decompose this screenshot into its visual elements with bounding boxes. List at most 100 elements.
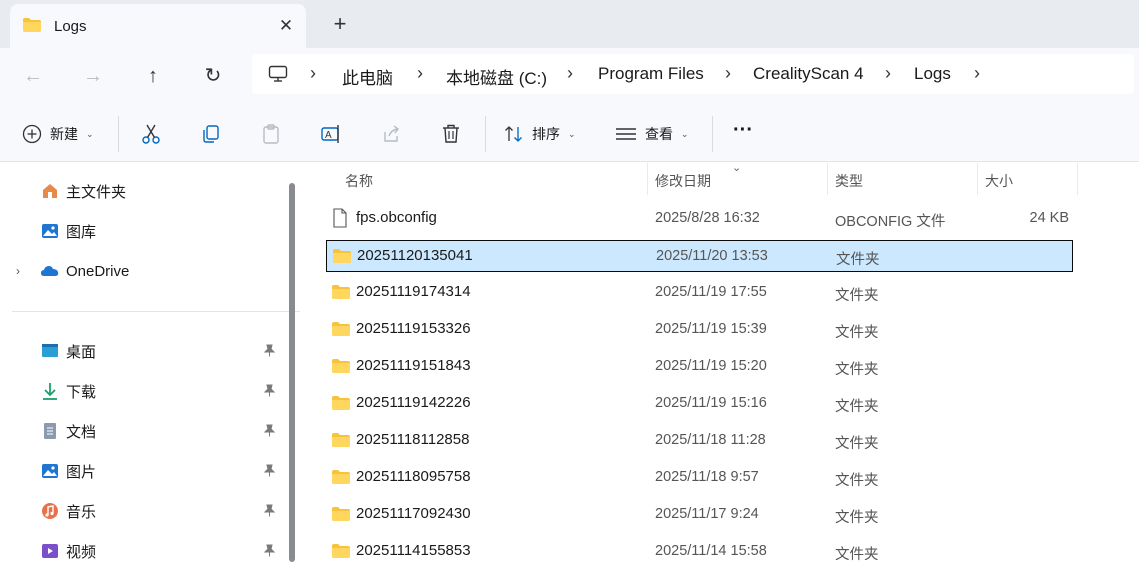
divider bbox=[12, 311, 300, 312]
folder-icon bbox=[22, 17, 42, 36]
column-divider[interactable] bbox=[977, 163, 978, 195]
file-name: 20251119151843 bbox=[356, 357, 471, 374]
table-row[interactable]: fps.obconfig 2025/8/28 16:32 OBCONFIG 文件 24… bbox=[326, 203, 1073, 235]
column-header-date[interactable]: 修改日期 bbox=[655, 171, 711, 191]
chevron-right-icon: › bbox=[725, 63, 731, 83]
home-icon bbox=[43, 184, 57, 198]
sort-button[interactable]: 排序 ⌄ bbox=[504, 120, 576, 148]
cut-icon[interactable] bbox=[139, 122, 163, 146]
navigation-pane: 主文件夹 图库 › OneDrive 桌面 下载 文档 图片 音乐 视频 bbox=[0, 163, 300, 562]
new-button-label: 新建 bbox=[50, 126, 78, 142]
sidebar-item-videos[interactable]: 视频 bbox=[40, 538, 96, 562]
file-type: 文件夹 bbox=[835, 399, 879, 415]
sidebar-item-onedrive[interactable]: OneDrive bbox=[40, 258, 129, 284]
sort-icon bbox=[505, 126, 522, 142]
view-button[interactable]: 查看 ⌄ bbox=[615, 120, 689, 148]
pin-icon[interactable] bbox=[263, 344, 276, 360]
file-name: 20251117092430 bbox=[356, 505, 471, 522]
pin-icon[interactable] bbox=[263, 544, 276, 560]
new-tab-button[interactable]: + bbox=[328, 12, 352, 36]
folder-icon bbox=[331, 432, 351, 451]
folder-icon bbox=[331, 543, 351, 562]
file-name: fps.obconfig bbox=[356, 209, 437, 226]
breadcrumb-crealityscan[interactable]: CrealityScan 4 bbox=[753, 64, 864, 84]
sidebar-item-pictures[interactable]: 图片 bbox=[40, 458, 96, 484]
column-header-size[interactable]: 大小 bbox=[985, 171, 1013, 191]
file-list: 名称 ⌄ 修改日期 类型 大小 fps.obconfig 2025/8/28 16… bbox=[303, 162, 1139, 562]
view-icon bbox=[616, 128, 636, 140]
table-row[interactable]: 20251119153326 2025/11/19 15:39 文件夹 bbox=[326, 314, 1073, 346]
rename-icon[interactable]: A bbox=[319, 122, 343, 146]
pin-icon[interactable] bbox=[263, 464, 276, 480]
refresh-button[interactable]: ↻ bbox=[199, 62, 227, 90]
sidebar-item-documents[interactable]: 文档 bbox=[40, 418, 96, 444]
delete-icon[interactable] bbox=[439, 122, 463, 146]
sidebar-item-label: 下载 bbox=[66, 383, 97, 401]
tab-logs[interactable]: Logs ✕ bbox=[10, 4, 306, 48]
breadcrumb-local-disk[interactable]: 本地磁盘 (C:) bbox=[446, 64, 547, 89]
folder-icon bbox=[331, 321, 351, 340]
close-icon[interactable]: ✕ bbox=[276, 16, 296, 36]
column-header-type[interactable]: 类型 bbox=[835, 171, 863, 191]
tab-strip: Logs ✕ + bbox=[0, 0, 1139, 48]
column-divider[interactable] bbox=[1077, 163, 1078, 195]
pin-icon[interactable] bbox=[263, 424, 276, 440]
table-row[interactable]: 20251114155853 2025/11/14 15:58 文件夹 bbox=[326, 536, 1073, 562]
new-button[interactable]: 新建 ⌄ bbox=[22, 120, 94, 148]
sidebar-scrollbar[interactable] bbox=[289, 183, 295, 562]
download-icon bbox=[43, 383, 57, 400]
forward-button[interactable]: → bbox=[79, 62, 107, 90]
chevron-down-icon: ⌄ bbox=[568, 128, 576, 139]
column-header-name[interactable]: 名称 bbox=[345, 171, 373, 191]
file-type: 文件夹 bbox=[836, 252, 880, 268]
column-divider[interactable] bbox=[647, 163, 648, 195]
share-icon[interactable] bbox=[379, 122, 403, 146]
file-date: 2025/11/18 11:28 bbox=[655, 432, 766, 448]
file-type: 文件夹 bbox=[835, 362, 879, 378]
file-date: 2025/11/14 15:58 bbox=[655, 543, 767, 559]
paste-icon[interactable] bbox=[259, 122, 283, 146]
up-button[interactable]: ↑ bbox=[139, 62, 167, 90]
file-type: 文件夹 bbox=[835, 288, 879, 304]
table-row[interactable]: 20251119151843 2025/11/19 15:20 文件夹 bbox=[326, 351, 1073, 383]
chevron-right-icon: › bbox=[417, 63, 423, 83]
video-icon bbox=[42, 544, 58, 558]
expand-chevron-icon[interactable]: › bbox=[16, 264, 20, 278]
file-date: 2025/11/20 13:53 bbox=[656, 248, 768, 264]
pin-icon[interactable] bbox=[263, 384, 276, 400]
table-row[interactable]: 20251120135041 2025/11/20 13:53 文件夹 bbox=[326, 240, 1073, 272]
sidebar-item-label: 文档 bbox=[66, 423, 97, 441]
address-bar[interactable]: › 此电脑 › 本地磁盘 (C:) › Program Files › Crea… bbox=[252, 54, 1134, 94]
table-row[interactable]: 20251119174314 2025/11/19 17:55 文件夹 bbox=[326, 277, 1073, 309]
chevron-right-icon[interactable]: › bbox=[974, 63, 980, 84]
copy-icon[interactable] bbox=[199, 122, 223, 146]
sidebar-item-gallery[interactable]: 图库 bbox=[40, 218, 96, 244]
sidebar-item-downloads[interactable]: 下载 bbox=[40, 378, 96, 404]
file-date: 2025/11/17 9:24 bbox=[655, 506, 759, 522]
file-date: 2025/11/19 15:39 bbox=[655, 321, 767, 337]
breadcrumb-this-pc[interactable]: 此电脑 bbox=[342, 64, 393, 89]
column-divider[interactable] bbox=[827, 163, 828, 195]
sidebar-item-label: 图片 bbox=[66, 463, 97, 481]
back-button[interactable]: ← bbox=[19, 62, 47, 90]
divider bbox=[712, 116, 713, 152]
breadcrumb-program-files[interactable]: Program Files bbox=[598, 64, 704, 84]
table-row[interactable]: 20251118095758 2025/11/18 9:57 文件夹 bbox=[326, 462, 1073, 494]
file-name: 20251114155853 bbox=[356, 542, 471, 559]
file-icon bbox=[331, 208, 349, 231]
table-row[interactable]: 20251119142226 2025/11/19 15:16 文件夹 bbox=[326, 388, 1073, 420]
more-options-button[interactable]: ··· bbox=[733, 116, 753, 144]
sidebar-item-home[interactable]: 主文件夹 bbox=[40, 178, 126, 204]
chevron-right-icon: › bbox=[310, 63, 316, 83]
file-type: 文件夹 bbox=[835, 436, 879, 452]
sidebar-item-music[interactable]: 音乐 bbox=[40, 498, 96, 524]
divider bbox=[118, 116, 119, 152]
folder-icon bbox=[332, 248, 352, 267]
sidebar-item-desktop[interactable]: 桌面 bbox=[40, 338, 96, 364]
folder-icon bbox=[331, 395, 351, 414]
table-row[interactable]: 20251117092430 2025/11/17 9:24 文件夹 bbox=[326, 499, 1073, 531]
table-row[interactable]: 20251118112858 2025/11/18 11:28 文件夹 bbox=[326, 425, 1073, 457]
chevron-right-icon: › bbox=[567, 63, 573, 83]
breadcrumb-logs[interactable]: Logs bbox=[914, 64, 951, 84]
pin-icon[interactable] bbox=[263, 504, 276, 520]
